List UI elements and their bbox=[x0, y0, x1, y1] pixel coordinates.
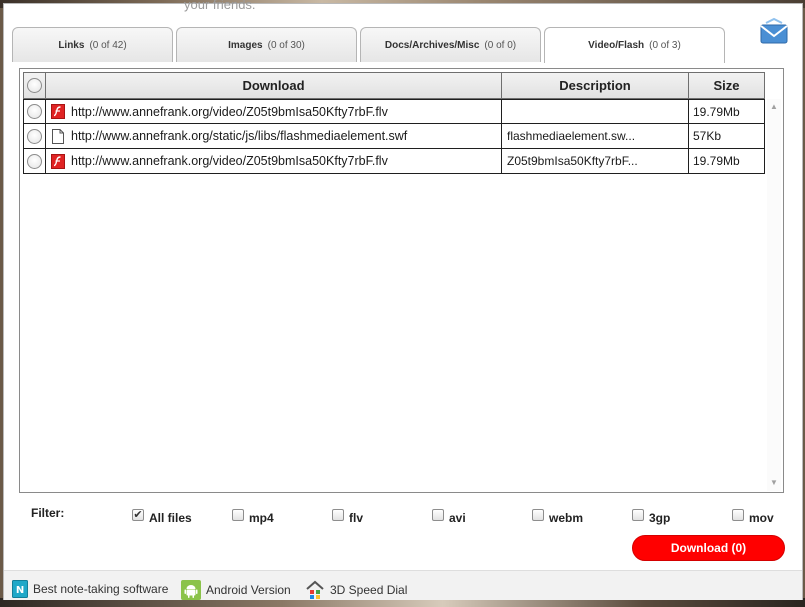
file-list: Download Description Size http://www.ann… bbox=[19, 68, 784, 493]
filter-label: Filter: bbox=[31, 506, 65, 520]
filter-option-label: webm bbox=[549, 511, 584, 525]
filter-all-files[interactable]: ✔ All files bbox=[132, 508, 192, 525]
row-size: 57Kb bbox=[689, 124, 765, 149]
filter-checkbox[interactable] bbox=[332, 509, 344, 521]
table-row[interactable]: http://www.annefrank.org/video/Z05t9bmIs… bbox=[23, 149, 765, 174]
row-description bbox=[502, 100, 689, 124]
filter-checkbox[interactable] bbox=[732, 509, 744, 521]
table-header: Download Description Size bbox=[23, 72, 765, 99]
tab-count: (0 of 42) bbox=[89, 39, 127, 51]
filter-option-label: flv bbox=[349, 511, 364, 525]
footer-link-speed-dial[interactable]: 3D Speed Dial bbox=[305, 580, 407, 600]
background-page-text: your friends. bbox=[184, 0, 256, 12]
filter-checkbox[interactable] bbox=[432, 509, 444, 521]
row-size: 19.79Mb bbox=[689, 100, 765, 124]
filter-option-label: mov bbox=[749, 511, 774, 525]
generic-file-icon bbox=[52, 128, 64, 144]
row-select-cell bbox=[23, 100, 46, 124]
footer-link-label: Best note-taking software bbox=[33, 582, 169, 596]
table-row[interactable]: http://www.annefrank.org/static/js/libs/… bbox=[23, 124, 765, 149]
footer-link-note-taking[interactable]: N Best note-taking software bbox=[12, 580, 168, 598]
flash-file-icon bbox=[51, 153, 65, 169]
filter-checkbox[interactable] bbox=[232, 509, 244, 521]
filter-avi[interactable]: avi bbox=[432, 508, 466, 525]
tab-label: Video/Flash bbox=[588, 40, 645, 51]
tab-count: (0 of 30) bbox=[267, 39, 305, 51]
tab-count: (0 of 0) bbox=[484, 39, 517, 51]
tab-label: Images bbox=[228, 39, 263, 51]
download-button[interactable]: Download (0) bbox=[632, 535, 785, 561]
row-download-cell[interactable]: http://www.annefrank.org/video/Z05t9bmIs… bbox=[46, 100, 502, 124]
column-header-download[interactable]: Download bbox=[46, 72, 502, 99]
filter-option-label: avi bbox=[449, 511, 466, 525]
filter-option-label: 3gp bbox=[649, 511, 671, 525]
row-select-radio[interactable] bbox=[27, 128, 42, 144]
filter-checkbox[interactable] bbox=[532, 509, 544, 521]
svg-text:N: N bbox=[16, 585, 24, 596]
flash-file-icon bbox=[51, 104, 65, 119]
tab-docs-archives-misc[interactable]: Docs/Archives/Misc (0 of 0) bbox=[360, 27, 541, 62]
filter-mov[interactable]: mov bbox=[732, 508, 774, 525]
scroll-down-arrow-icon[interactable]: ▼ bbox=[767, 477, 781, 489]
filter-mp4[interactable]: mp4 bbox=[232, 508, 274, 525]
row-url: http://www.annefrank.org/video/Z05t9bmIs… bbox=[71, 154, 388, 168]
select-all-cell bbox=[23, 72, 46, 99]
row-url: http://www.annefrank.org/video/Z05t9bmIs… bbox=[71, 104, 388, 119]
filter-3gp[interactable]: 3gp bbox=[632, 508, 670, 525]
tab-label: Links bbox=[58, 39, 85, 51]
filter-option-label: mp4 bbox=[249, 511, 274, 525]
select-all-radio[interactable] bbox=[27, 78, 42, 93]
notes-app-icon: N bbox=[12, 580, 28, 598]
tab-links[interactable]: Links (0 of 42) bbox=[12, 27, 173, 62]
tab-label: Docs/Archives/Misc bbox=[384, 39, 480, 51]
speed-dial-icon bbox=[306, 580, 324, 599]
share-email-icon[interactable] bbox=[758, 17, 790, 49]
filter-checkbox[interactable] bbox=[632, 509, 644, 521]
filter-option-label: All files bbox=[149, 511, 192, 525]
footer-link-android-version[interactable]: Android Version bbox=[181, 580, 291, 600]
column-header-size[interactable]: Size bbox=[689, 72, 765, 99]
row-description: flashmediaelement.sw... bbox=[502, 124, 689, 149]
row-url: http://www.annefrank.org/static/js/libs/… bbox=[71, 129, 408, 143]
filter-flv[interactable]: flv bbox=[332, 508, 363, 525]
row-select-radio[interactable] bbox=[27, 153, 42, 169]
table-row[interactable]: http://www.annefrank.org/video/Z05t9bmIs… bbox=[23, 99, 765, 124]
footer-link-label: 3D Speed Dial bbox=[330, 583, 408, 597]
tab-images[interactable]: Images (0 of 30) bbox=[176, 27, 357, 62]
row-select-radio[interactable] bbox=[27, 104, 42, 119]
row-download-cell[interactable]: http://www.annefrank.org/video/Z05t9bmIs… bbox=[46, 149, 502, 174]
list-scrollbar[interactable]: ▲ ▼ bbox=[767, 99, 781, 491]
row-select-cell bbox=[23, 149, 46, 174]
footer-link-label: Android Version bbox=[206, 583, 291, 597]
tab-count: (0 of 3) bbox=[649, 40, 681, 51]
row-download-cell[interactable]: http://www.annefrank.org/static/js/libs/… bbox=[46, 124, 502, 149]
column-header-description[interactable]: Description bbox=[502, 72, 689, 99]
android-icon bbox=[181, 580, 201, 600]
footer: N Best note-taking software Android Vers… bbox=[4, 570, 802, 600]
row-description: Z05t9bmIsa50Kfty7rbF... bbox=[502, 149, 689, 174]
tab-video-flash[interactable]: Video/Flash (0 of 3) bbox=[544, 27, 725, 63]
row-select-cell bbox=[23, 124, 46, 149]
download-manager-panel: your friends. Links (0 of 42) Images (0 … bbox=[3, 0, 803, 600]
scroll-up-arrow-icon[interactable]: ▲ bbox=[767, 101, 781, 113]
filter-webm[interactable]: webm bbox=[532, 508, 583, 525]
filter-checkbox-checked[interactable]: ✔ bbox=[132, 509, 144, 521]
row-size: 19.79Mb bbox=[689, 149, 765, 174]
